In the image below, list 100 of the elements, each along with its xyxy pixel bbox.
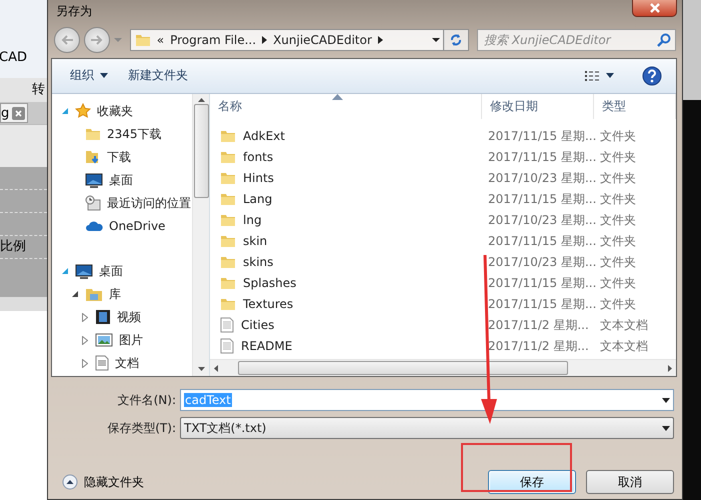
cloud-icon: [85, 219, 103, 234]
list-view-icon: [584, 70, 600, 82]
date-cell-text: 2017/10/23 星期...: [487, 212, 594, 229]
app-label: 比例: [0, 239, 26, 254]
up-arrow-icon: [198, 98, 204, 102]
folder-icon: [220, 191, 236, 208]
nav-item[interactable]: 库: [85, 286, 121, 303]
folder-icon: [220, 212, 236, 228]
download-folder-icon: [85, 149, 101, 166]
nav-item[interactable]: 最近访问的位置: [85, 194, 191, 212]
nav-item[interactable]: 下载: [85, 148, 131, 166]
help-button[interactable]: [642, 66, 662, 86]
nav-item[interactable]: 收藏夹: [75, 102, 133, 120]
file-type-dropdown[interactable]: TXT文档(*.txt): [180, 417, 674, 440]
nav-item[interactable]: 视频: [95, 308, 141, 326]
search-field[interactable]: 搜索 XunjieCADEditor: [477, 28, 676, 51]
file-item[interactable]: fonts: [210, 149, 482, 166]
folder-icon: [220, 296, 236, 312]
column-header[interactable]: 类型: [594, 94, 676, 119]
breadcrumb[interactable]: XunjieCADEditor: [273, 32, 372, 47]
date-cell-text: 2017/11/15 星期...: [487, 128, 594, 145]
search-icon: [657, 32, 671, 47]
scrollbar[interactable]: [192, 94, 209, 376]
folder-icon: [220, 254, 236, 270]
file-item[interactable]: skins: [210, 254, 482, 270]
folder-icon: [220, 149, 236, 166]
close-icon: [12, 106, 26, 120]
caret-icon: [262, 36, 268, 44]
type-cell-text: 文本文档: [599, 316, 649, 334]
close-button[interactable]: [632, 0, 677, 17]
folder-icon: [220, 233, 236, 250]
file-item[interactable]: Textures: [210, 296, 482, 312]
back-button[interactable]: [54, 26, 80, 53]
address-bar[interactable]: « Program File... XunjieCADEditor: [130, 28, 446, 51]
app-label: CAD: [0, 50, 27, 65]
forward-button[interactable]: [84, 26, 110, 53]
date-cell-text: 2017/11/15 星期...: [487, 190, 594, 208]
nav-item[interactable]: 桌面: [85, 172, 133, 189]
left-arrow-icon: [60, 34, 74, 46]
app-panel: [0, 124, 47, 167]
help-icon: [642, 66, 662, 86]
type-cell-text: 文件夹: [599, 232, 637, 250]
folder-icon: [220, 275, 236, 292]
type-cell-text: 文件夹: [599, 128, 637, 145]
file-item[interactable]: Lang: [210, 191, 482, 208]
date-cell-text: 2017/11/2 星期...: [487, 316, 590, 334]
caret-icon: [662, 398, 670, 403]
nav-item[interactable]: OneDrive: [85, 219, 166, 234]
organize-menu[interactable]: 组织: [66, 64, 112, 88]
monitor-icon: [85, 172, 103, 188]
file-item[interactable]: Hints: [210, 170, 482, 186]
file-item[interactable]: README: [210, 338, 482, 354]
field-label: 文件名(N):: [116, 392, 177, 409]
file-item[interactable]: skin: [210, 233, 482, 250]
overflow-chevron[interactable]: «: [156, 32, 164, 47]
cancel-button[interactable]: 取消: [586, 470, 674, 494]
date-cell-text: 2017/11/15 星期...: [487, 274, 594, 292]
document-icon: [220, 338, 234, 354]
caret-icon: [114, 36, 122, 43]
save-button[interactable]: 保存: [488, 470, 576, 494]
refresh-button[interactable]: [443, 28, 469, 51]
nav-item[interactable]: 文档: [95, 354, 139, 372]
file-item[interactable]: AdkExt: [210, 128, 482, 144]
close-icon: [648, 3, 660, 13]
film-icon: [95, 309, 111, 326]
column-header[interactable]: 名称: [210, 94, 482, 119]
caret-icon: [606, 73, 614, 78]
monitor-icon: [75, 263, 93, 280]
star-icon: [75, 103, 91, 120]
picture-icon: [95, 332, 113, 348]
field-label: 保存类型(T):: [106, 420, 177, 437]
new-folder-button[interactable]: 新建文件夹: [124, 64, 192, 88]
clock-folder-icon: [85, 195, 101, 212]
date-cell-text: 2017/11/15 星期...: [487, 232, 594, 250]
breadcrumb[interactable]: Program File...: [170, 32, 256, 47]
caret-icon: [432, 36, 440, 43]
nav-item[interactable]: 图片: [95, 332, 143, 349]
nav-item[interactable]: 桌面: [75, 262, 123, 280]
right-arrow-icon: [668, 364, 672, 372]
document-icon: [95, 355, 109, 372]
scrollbar[interactable]: [210, 359, 676, 376]
hide-folders-button[interactable]: 隐藏文件夹: [62, 474, 144, 491]
caret-icon: [378, 36, 383, 44]
folder-icon: [220, 170, 236, 186]
caret-icon: [662, 426, 670, 431]
app-tab[interactable]: g: [0, 103, 28, 123]
nav-item[interactable]: 2345下载: [85, 126, 162, 143]
file-item[interactable]: lng: [210, 212, 482, 228]
file-item[interactable]: Cities: [210, 317, 482, 334]
window-title: 另存为: [56, 3, 92, 20]
type-cell-text: 文件夹: [599, 212, 637, 229]
app-label: 转: [32, 82, 45, 97]
chevron-up-icon: [62, 474, 78, 490]
type-cell-text: 文件夹: [599, 274, 637, 292]
date-cell-text: 2017/11/2 星期...: [487, 338, 590, 355]
file-item[interactable]: Splashes: [210, 275, 482, 292]
left-arrow-icon: [214, 364, 218, 372]
type-cell-text: 文件夹: [599, 148, 637, 166]
library-icon: [85, 286, 103, 302]
type-cell-text: 文件夹: [599, 190, 637, 208]
